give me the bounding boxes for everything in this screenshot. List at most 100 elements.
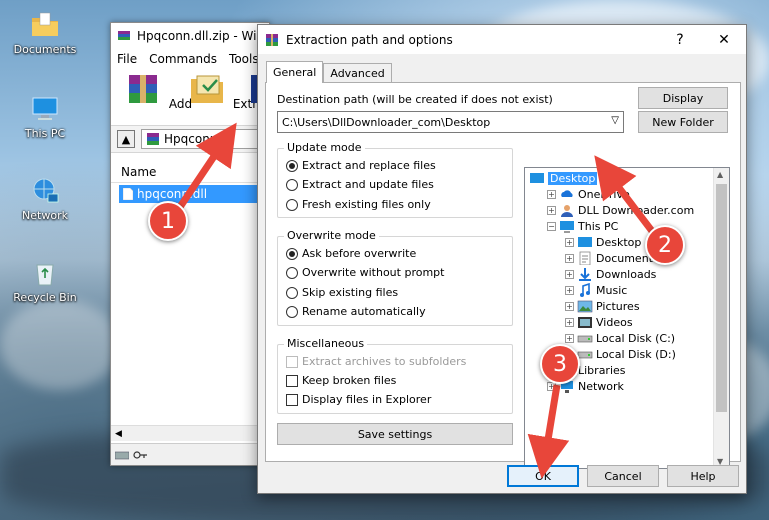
tree-node-onedrive[interactable]: + OneDrive [547,186,630,202]
tree-node-local-disk-d[interactable]: +Local Disk (D:) [565,346,676,362]
radio-ask-before-overwrite[interactable]: Ask before overwrite [286,247,416,260]
up-folder-button[interactable]: ▲ [117,130,135,148]
tree-node-local-disk-c[interactable]: + Local Disk (C:) [565,330,675,346]
expand-icon[interactable]: + [565,301,574,311]
expand-icon[interactable]: + [565,269,574,279]
desktop-icon-label: Recycle Bin [13,291,77,304]
tab-advanced[interactable]: Advanced [323,63,392,83]
scroll-up-icon[interactable]: ▲ [717,170,723,179]
option-label: Skip existing files [302,286,399,299]
tree-node-label: Local Disk (D:) [596,347,676,361]
step-1-badge: 1 [148,201,188,241]
scroll-left-icon: ◀ [115,429,122,439]
folder-tree[interactable]: Desktop + OneDrive + DLL Downloader.com − This… [524,167,730,469]
radio-button[interactable] [286,247,298,260]
expand-icon[interactable]: + [565,317,574,327]
option-label: Overwrite without prompt [302,266,445,279]
column-header-name[interactable]: Name [111,161,269,183]
dialog-titlebar[interactable]: Extraction path and options ? ✕ [258,25,746,54]
expand-icon[interactable]: + [547,189,556,199]
extract-folder-icon [191,75,223,103]
overwrite-mode-title: Overwrite mode [284,229,379,242]
tree-node-pictures[interactable]: + Pictures [565,298,640,314]
user-icon [561,205,573,217]
folder-icon [32,12,58,36]
radio-button[interactable] [286,178,298,191]
tree-node-label: Pictures [596,299,640,313]
display-button[interactable]: Display [638,87,728,109]
desktop-icon-documents[interactable]: Documents [10,10,80,56]
winrar-title: Hpqconn.dll.zip - Wi [137,29,257,43]
winrar-app-icon [266,33,278,46]
new-folder-button[interactable]: New Folder [638,111,728,133]
save-settings-button[interactable]: Save settings [277,423,513,445]
radio-button[interactable] [286,159,298,172]
winrar-titlebar[interactable]: Hpqconn.dll.zip - Wi [111,23,269,49]
tab-general[interactable]: General [266,61,324,83]
tree-node-downloads[interactable]: + Downloads [565,266,656,282]
radio-button[interactable] [286,305,298,318]
radio-skip-existing[interactable]: Skip existing files [286,286,398,299]
close-icon: ✕ [718,31,730,48]
computer-icon [560,221,574,233]
expand-icon[interactable]: + [565,285,574,295]
radio-overwrite-without-prompt[interactable]: Overwrite without prompt [286,266,444,279]
archive-icon [147,133,159,145]
expand-icon[interactable]: + [565,253,574,263]
expand-icon[interactable]: + [547,205,556,215]
step-3-badge: 3 [540,344,580,384]
tree-node-desktop[interactable]: Desktop [529,170,598,186]
check-keep-broken-files[interactable]: Keep broken files [286,374,396,387]
destination-path-value: C:\Users\DllDownloader_com\Desktop [282,115,491,129]
desktop-icon-recycle-bin[interactable]: Recycle Bin [10,258,80,304]
file-row[interactable]: hpqconn.dll [119,185,269,203]
check-display-in-explorer[interactable]: Display files in Explorer [286,393,431,406]
tree-node-this-pc[interactable]: − This PC [547,218,618,234]
radio-extract-update[interactable]: Extract and update files [286,178,434,191]
radio-rename-automatically[interactable]: Rename automatically [286,305,426,318]
horizontal-scrollbar[interactable]: ◀ [111,425,269,441]
radio-fresh-existing[interactable]: Fresh existing files only [286,198,431,211]
menu-commands[interactable]: Commands [149,52,217,66]
winrar-menubar: File Commands Tools [111,49,269,69]
expand-icon[interactable]: + [565,237,574,247]
help-title-button[interactable]: ? [658,25,702,54]
extract-to-button[interactable]: Extract To [185,73,269,125]
help-button[interactable]: Help [667,465,739,487]
scroll-thumb[interactable] [716,184,727,412]
menu-file[interactable]: File [117,52,137,66]
tree-node-videos[interactable]: + Videos [565,314,633,330]
videos-icon [578,317,592,328]
radio-button[interactable] [286,286,298,299]
expand-icon[interactable]: + [565,333,574,343]
tree-node-label: Network [578,379,624,393]
update-mode-title: Update mode [284,141,365,154]
tree-node-desktop[interactable]: + Desktop [565,234,641,250]
help-icon: ? [676,31,684,48]
destination-path-input[interactable]: C:\Users\DllDownloader_com\Desktop ▽ [277,111,624,133]
desktop-icon-this-pc[interactable]: This PC [10,94,80,140]
drive-icon [577,335,593,343]
tree-node-documents[interactable]: + Documents [565,250,659,266]
radio-button[interactable] [286,198,298,211]
tree-node-dll-downloader-com[interactable]: + DLL Downloader.com [547,202,694,218]
ok-button[interactable]: OK [507,465,579,487]
option-label: Rename automatically [302,305,426,318]
collapse-icon[interactable]: − [547,221,556,231]
desktop-icon-network[interactable]: Network [10,176,80,222]
checkbox[interactable] [286,374,298,387]
archive-path-box[interactable]: Hpqconn.dl [141,129,269,149]
radio-button[interactable] [286,266,298,279]
checkbox[interactable] [286,393,298,406]
option-label: Extract and update files [302,178,434,191]
tree-node-music[interactable]: + Music [565,282,627,298]
tree-vertical-scrollbar[interactable]: ▲ ▼ [713,168,729,468]
option-label: Keep broken files [302,374,397,387]
close-button[interactable]: ✕ [702,25,746,54]
radio-extract-replace[interactable]: Extract and replace files [286,159,436,172]
menu-tools[interactable]: Tools [229,52,259,66]
cancel-button[interactable]: Cancel [587,465,659,487]
music-icon [580,283,590,297]
add-button[interactable]: Add [121,73,192,125]
chevron-down-icon[interactable]: ▽ [611,115,619,126]
